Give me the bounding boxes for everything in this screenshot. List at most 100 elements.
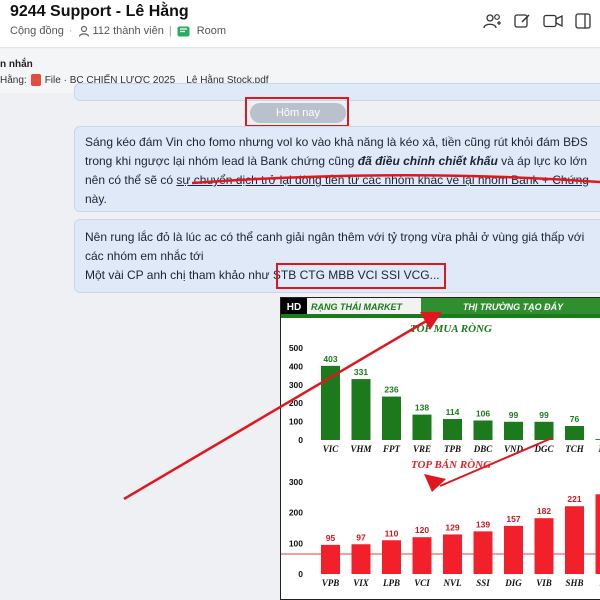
hd-badge: HD (287, 302, 301, 313)
data-label: 403 (323, 354, 337, 364)
chart-canvas: HD RẠNG THÁI MARKET THỊ TRƯỜNG TẠO ĐÁY T… (281, 298, 600, 588)
data-label: 110 (385, 528, 399, 538)
y-tick-label: 500 (289, 343, 303, 353)
tab-right-label: THỊ TRƯỜNG TẠO ĐÁY (463, 301, 564, 312)
bar (504, 421, 523, 440)
edit-icon[interactable] (510, 10, 536, 32)
bar (565, 506, 584, 574)
x-tick-label: SHB (565, 578, 583, 588)
header-actions (480, 10, 600, 32)
bar (504, 525, 523, 574)
message-text: và áp lực ko lớn (497, 154, 588, 168)
community-label[interactable]: Cộng đồng (10, 25, 64, 37)
bar (534, 421, 554, 440)
y-tick-label: 300 (289, 477, 303, 487)
message-text-line: nên có thể sẽ có sự chuyển dịch trở lại … (85, 171, 600, 190)
x-tick-label: DGC (533, 444, 554, 454)
add-member-icon[interactable] (480, 10, 506, 32)
data-label: 106 (476, 408, 490, 418)
x-tick-label: VCI (414, 578, 430, 588)
bar (412, 537, 432, 574)
data-label: 138 (415, 403, 429, 413)
bar (443, 534, 462, 574)
chat-subtitle: Cộng đồng · 112 thành viên | Room (10, 25, 226, 37)
data-label: 157 (506, 514, 520, 524)
message-text: trong khi ngược lại nhóm lead là Bank ch… (85, 154, 358, 168)
members-count[interactable]: 112 thành viên (93, 25, 164, 37)
video-call-icon[interactable] (540, 10, 566, 32)
room-label[interactable]: Room (197, 25, 226, 37)
message-text: nên có thể sẽ có (85, 173, 177, 187)
separator-dot: | (168, 25, 172, 37)
message-text-line: Sáng kéo đám Vin cho fomo nhưng vol ko v… (85, 135, 588, 149)
pinned-sender: Hằng: (0, 74, 27, 86)
chat-window: 9244 Support - Lê Hằng Cộng đồng · 112 t… (0, 0, 600, 600)
data-label: 99 (509, 410, 519, 420)
message-text-line: trong khi ngược lại nhóm lead là Bank ch… (85, 152, 600, 171)
pinned-label: n nhắn (0, 59, 33, 70)
x-tick-label: FPT (382, 444, 401, 454)
separator-dot: · (68, 25, 73, 37)
bar (473, 420, 493, 440)
x-tick-label: SSI (476, 578, 490, 588)
x-tick-label: VPB (322, 578, 340, 588)
x-tick-label: TPB (444, 444, 461, 454)
bar (595, 494, 600, 574)
data-label: 236 (384, 385, 398, 395)
tab-left-label: RẠNG THÁI MARKET (311, 302, 403, 312)
data-label: 129 (445, 522, 459, 532)
message-bubble[interactable]: Sáng kéo đám Vin cho fomo nhưng vol ko v… (74, 126, 600, 212)
y-tick-label: 0 (298, 569, 303, 579)
x-tick-label: VIX (353, 578, 370, 588)
data-label: 182 (537, 506, 551, 516)
sidebar-toggle-icon[interactable] (570, 10, 596, 32)
message-text: Một vài CP anh chị tham khảo như (85, 268, 273, 282)
y-tick-label: 200 (289, 508, 303, 518)
room-icon (177, 26, 190, 36)
x-tick-label: LPB (382, 578, 400, 588)
bar (473, 531, 493, 574)
members-icon (78, 25, 89, 37)
bar (565, 426, 584, 440)
x-tick-label: VHM (350, 444, 372, 454)
data-label: 221 (567, 494, 581, 504)
pdf-file-icon (30, 74, 41, 86)
y-tick-label: 100 (289, 538, 303, 548)
x-tick-label: NVL (443, 578, 463, 588)
bar (443, 419, 462, 440)
bar (351, 544, 371, 574)
data-label: 114 (446, 407, 460, 417)
message-text-line: này. (85, 192, 107, 206)
chat-title: 9244 Support - Lê Hằng (10, 3, 189, 20)
chart-image-attachment[interactable]: HD RẠNG THÁI MARKET THỊ TRƯỜNG TẠO ĐÁY T… (280, 297, 600, 600)
bar (595, 439, 600, 440)
x-tick-label: VRE (413, 444, 431, 454)
x-tick-label: VIB (536, 578, 552, 588)
data-label: 76 (570, 414, 580, 424)
x-tick-label: VIC (323, 444, 340, 454)
x-tick-label: DIG (504, 578, 522, 588)
y-tick-label: 300 (289, 380, 303, 390)
message-text-line: Nên rung lắc đỏ là lúc ac có thể canh gi… (85, 230, 585, 244)
bar (534, 518, 554, 574)
x-tick-label: TCH (565, 444, 585, 454)
x-tick-label: VND (504, 444, 524, 454)
bar (321, 544, 340, 574)
tab-underline (281, 314, 600, 318)
bar (382, 540, 401, 574)
data-label: 331 (354, 367, 368, 377)
data-label: 97 (356, 532, 366, 542)
data-label: 120 (415, 525, 429, 535)
y-tick-label: 400 (289, 361, 303, 371)
y-tick-label: 200 (289, 398, 303, 408)
bar (412, 414, 432, 440)
message-text-emphasis: đã điều chỉnh chiết khấu (357, 154, 498, 168)
chart-title: TOP MUA RÒNG (410, 323, 492, 335)
data-label: 95 (326, 533, 336, 543)
data-label: 99 (539, 410, 549, 420)
bar (321, 365, 340, 440)
bar (351, 379, 371, 440)
bar (382, 396, 401, 440)
chat-header: 9244 Support - Lê Hằng Cộng đồng · 112 t… (0, 0, 600, 48)
message-list: Hôm nay Sáng kéo đám Vin cho fomo nhưng … (0, 83, 600, 600)
